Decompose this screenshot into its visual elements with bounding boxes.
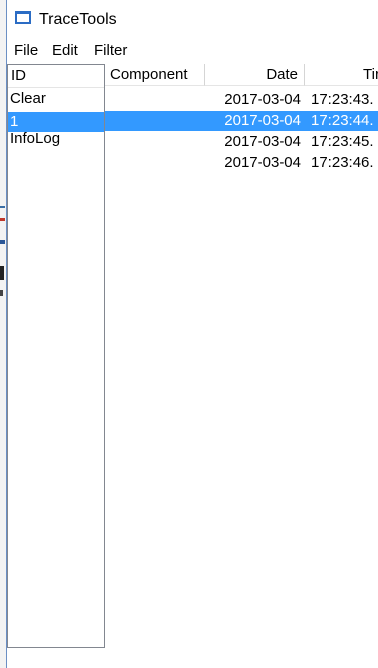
table-row[interactable]: 2017-03-04 17:23:43. [105,90,378,110]
cell-date: 2017-03-04 [224,154,301,171]
table-row[interactable]: 2017-03-04 17:23:46. [105,153,378,173]
cell-component [105,90,205,110]
id-list-item-infolog[interactable]: InfoLog [8,129,104,149]
id-column-header[interactable]: ID [8,65,104,88]
desktop-fragment [0,218,5,221]
id-list-item-clear[interactable]: Clear [8,89,104,109]
desktop-fragment [0,266,4,280]
window-title: TraceTools [39,11,117,28]
id-header-label: ID [11,67,26,84]
cell-date: 2017-03-04 [224,91,301,108]
column-header-time[interactable]: Tir [305,64,378,86]
desktop-fragment [0,290,3,296]
cell-date: 2017-03-04 [224,112,301,129]
cell-component [105,111,205,131]
table-row[interactable]: 2017-03-04 17:23:45. [105,132,378,152]
table-row[interactable]: 2017-03-04 17:23:44. [105,111,378,131]
cell-time: 17:23:43. [311,91,374,108]
column-header-component[interactable]: Component [105,64,205,86]
id-list[interactable]: ID Clear 1 InfoLog [7,64,105,648]
menu-filter[interactable]: Filter [93,42,128,60]
cell-component [105,153,205,173]
menu-file[interactable]: File [13,42,39,60]
menu-bar: File Edit Filter [7,40,378,62]
desktop-fragment [0,206,5,208]
cell-time: 17:23:46. [311,154,374,171]
trace-grid[interactable]: Component Date Tir 2017-03-04 17:23:43. … [105,64,378,668]
cell-date: 2017-03-04 [224,133,301,150]
grid-header: Component Date Tir [105,64,378,87]
desktop-fragment [0,240,5,244]
cell-component [105,132,205,152]
cell-time: 17:23:45. [311,133,374,150]
menu-edit[interactable]: Edit [51,42,79,60]
title-bar[interactable]: TraceTools [7,0,378,38]
cell-time: 17:23:44. [311,112,374,129]
tracetools-window: TraceTools File Edit Filter ID Clear 1 I… [6,0,378,668]
column-header-date[interactable]: Date [205,64,305,86]
app-window-icon [15,11,31,24]
